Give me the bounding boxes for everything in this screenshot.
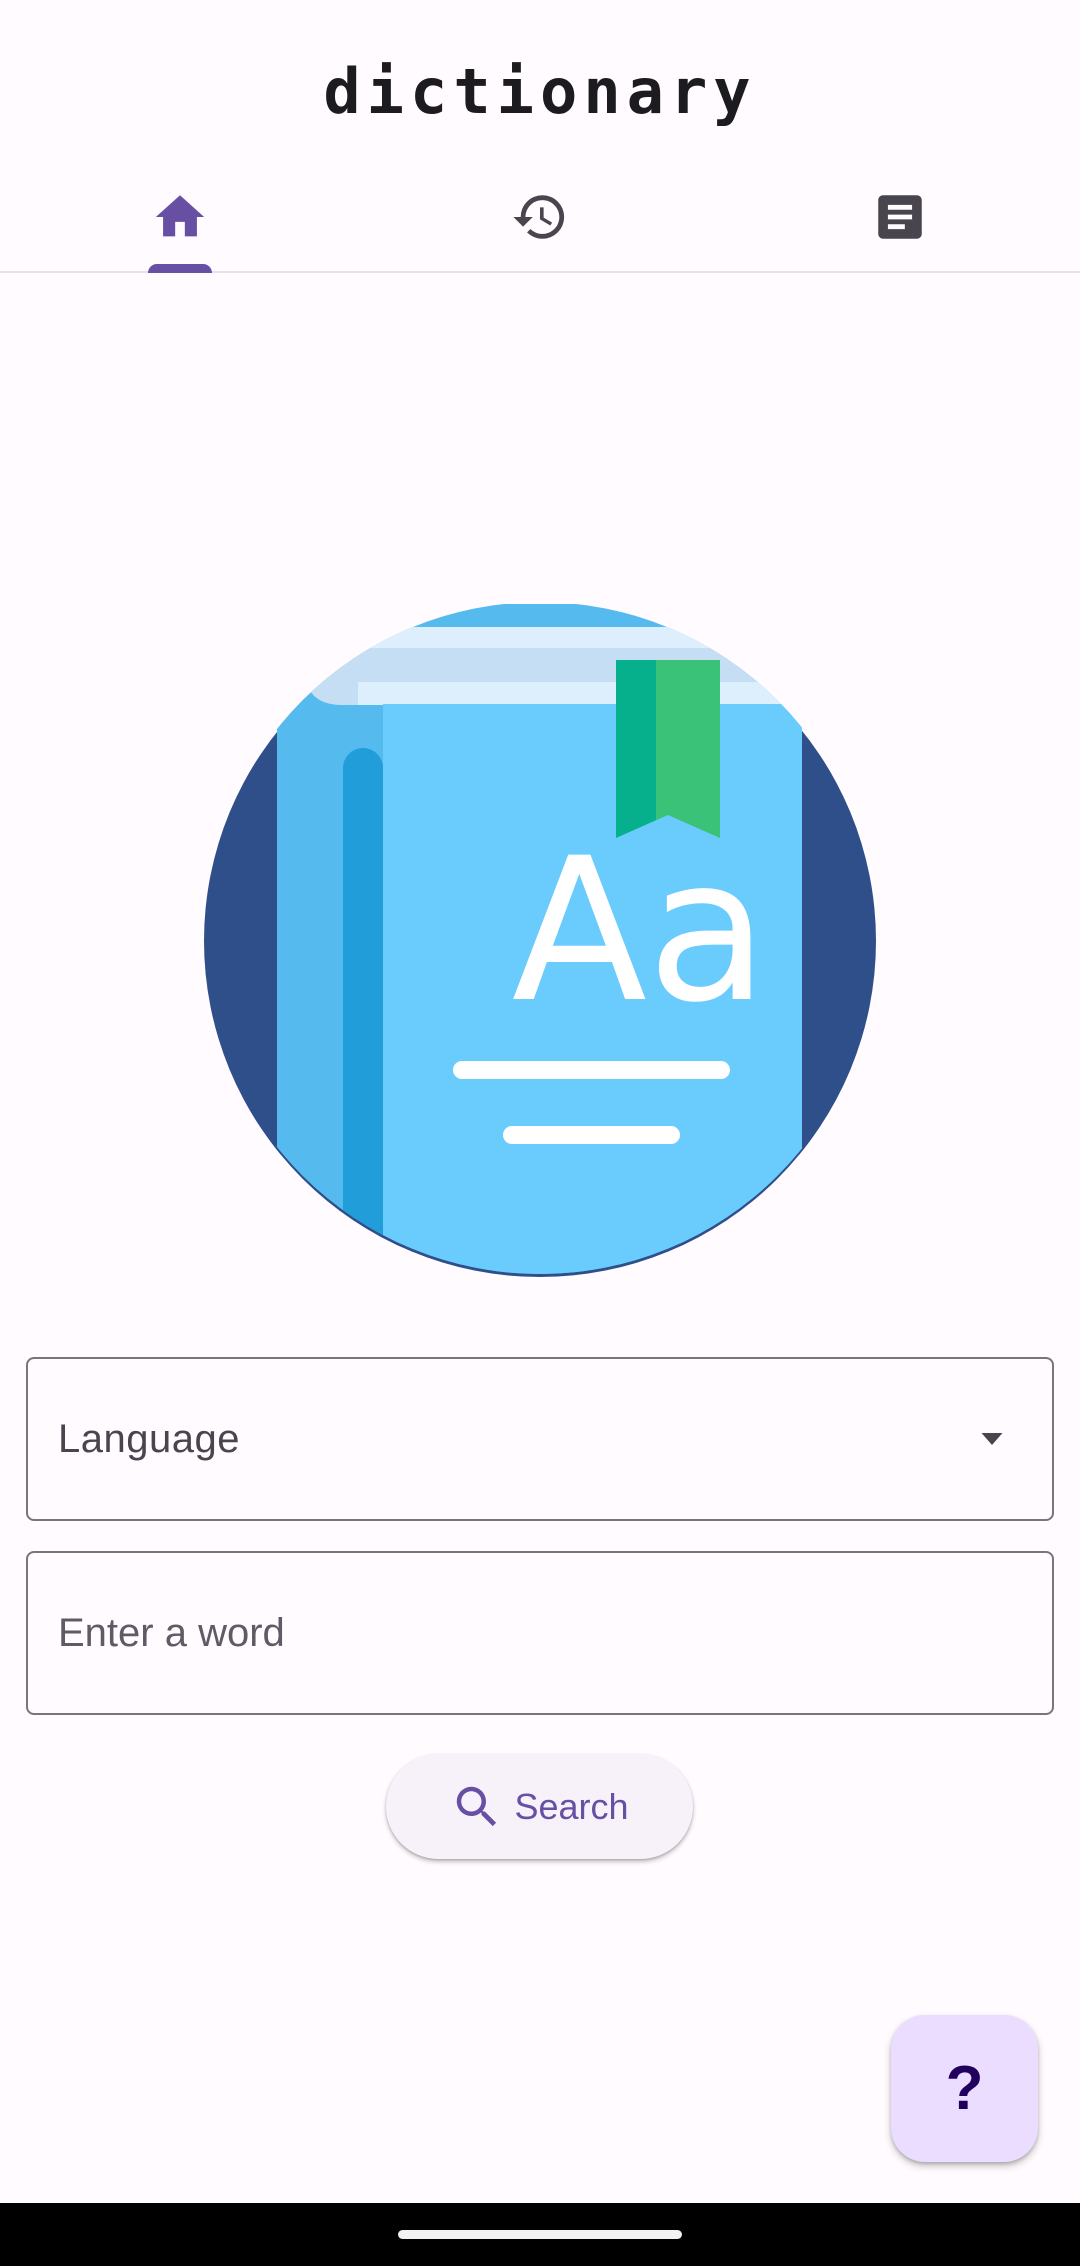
tab-bar (0, 162, 1080, 273)
dropdown-arrow-icon (981, 1433, 1003, 1445)
search-icon (457, 1786, 497, 1826)
tab-home[interactable] (0, 162, 360, 273)
history-icon (513, 194, 565, 239)
dictionary-book-icon: Aa (204, 604, 876, 1277)
help-fab[interactable]: ? (891, 2015, 1038, 2162)
app-title: dictionary (323, 55, 757, 128)
tab-articles[interactable] (720, 162, 1080, 271)
language-dropdown[interactable]: Language (26, 1357, 1054, 1521)
home-gesture-handle[interactable] (398, 2230, 682, 2239)
article-icon (878, 194, 922, 239)
home-icon (155, 194, 205, 236)
word-field[interactable] (26, 1551, 1054, 1715)
tab-history[interactable] (360, 162, 720, 271)
language-dropdown-label: Language (58, 1417, 240, 1461)
word-input[interactable] (28, 1553, 1052, 1713)
system-navigation-bar (0, 2203, 1080, 2266)
book-cover-letters: Aa (512, 815, 769, 1046)
help-fab-label: ? (945, 2054, 984, 2123)
search-button-label: Search (514, 1785, 629, 1827)
search-button[interactable]: Search (386, 1754, 693, 1859)
tab-selected-indicator (148, 264, 212, 273)
